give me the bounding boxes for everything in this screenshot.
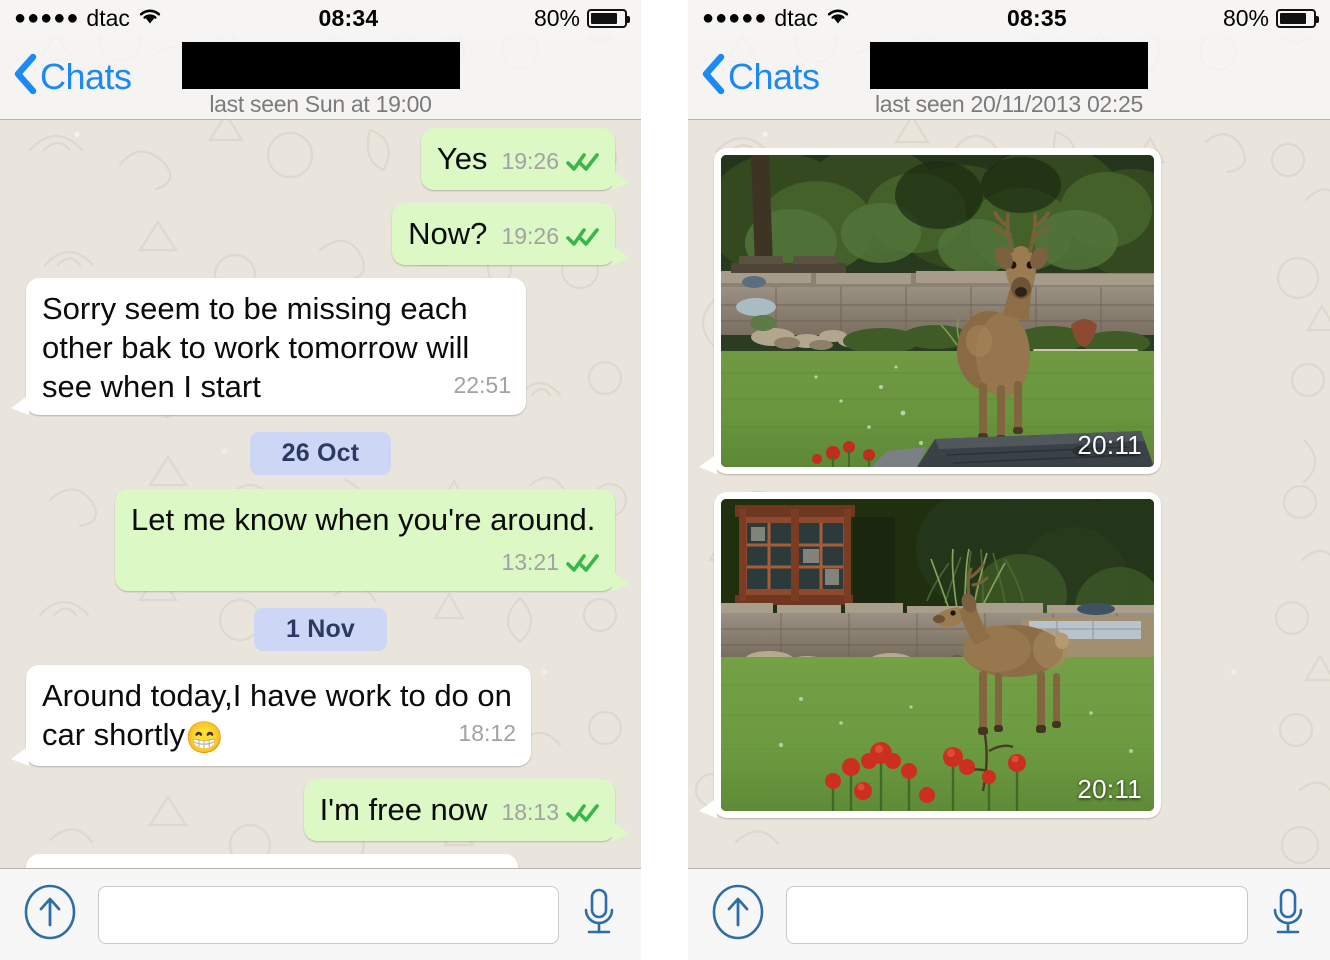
message-time: 13:21 <box>501 549 559 576</box>
chat-navbar: Chats last seen Sun at 19:00 <box>0 36 641 120</box>
message-text: Around today,I have work to do on car sh… <box>42 678 512 753</box>
message-row[interactable]: Ok second to sort out mouse on mac 18:14 <box>10 854 631 868</box>
message-row[interactable]: 20:11 <box>698 492 1320 818</box>
dual-screenshot-container: Yes do let me know Will be fre ●●●●● dta… <box>0 0 1330 960</box>
signal-dots-icon: ●●●●● <box>14 6 80 29</box>
phone-screen-left: Yes do let me know Will be fre ●●●●● dta… <box>0 0 641 960</box>
last-seen-label: last seen 20/11/2013 02:25 <box>875 91 1143 117</box>
message-text: Sorry seem to be missing each other bak … <box>42 291 470 405</box>
message-bubble-outgoing[interactable]: Let me know when you're around. 13:21 <box>115 489 630 592</box>
chevron-left-icon <box>700 52 726 101</box>
message-text: I'm free now <box>319 792 488 828</box>
back-button-label: Chats <box>728 55 820 97</box>
message-text: Yes <box>436 141 488 176</box>
message-bubble-outgoing[interactable]: Yes 19:26 <box>420 128 631 191</box>
message-bubble-incoming[interactable]: Around today,I have work to do on car sh… <box>11 665 531 767</box>
chat-navbar: Chats last seen 20/11/2013 02:25 <box>688 36 1330 120</box>
message-thread[interactable]: 20:11 20:11 <box>688 120 1330 868</box>
photo-deer-profile-with-shed[interactable]: 20:11 <box>721 499 1154 811</box>
double-check-icon <box>566 142 600 181</box>
photo-message-bubble[interactable]: 20:11 <box>699 492 1161 818</box>
photo-deer-facing-camera[interactable]: 20:11 <box>721 155 1154 467</box>
message-input-field[interactable] <box>786 885 1248 944</box>
back-button-label: Chats <box>40 55 132 97</box>
arrow-up-circle-icon[interactable] <box>710 884 766 945</box>
date-divider: 1 Nov <box>10 608 631 652</box>
message-meta: 22:51 <box>453 371 511 400</box>
wifi-icon <box>825 5 851 32</box>
status-bar: ●●●●● dtac 08:34 80% <box>0 0 641 36</box>
status-bar-right: 80% <box>1222 4 1319 32</box>
message-meta: 13:21 <box>501 543 600 582</box>
arrow-up-circle-icon[interactable] <box>22 884 78 945</box>
message-text: Let me know when you're around. <box>131 502 596 538</box>
photo-timestamp: 20:11 <box>1077 774 1142 804</box>
message-bubble-outgoing[interactable]: Now? 19:26 <box>392 203 630 266</box>
wifi-icon <box>137 5 163 32</box>
message-row[interactable]: 20:11 <box>698 148 1320 474</box>
status-bar-left: ●●●●● dtac <box>702 5 851 32</box>
message-meta: 18:13 <box>501 793 600 832</box>
message-time: 18:13 <box>501 799 559 826</box>
contact-name-redacted <box>181 42 460 89</box>
microphone-icon[interactable] <box>579 884 619 945</box>
message-input-bar <box>688 868 1330 960</box>
photo-message-bubble[interactable]: 20:11 <box>699 148 1161 474</box>
message-bubble-incoming[interactable]: Sorry seem to be missing each other bak … <box>11 278 526 416</box>
date-divider: 26 Oct <box>10 432 631 476</box>
message-bubble-incoming[interactable]: Ok second to sort out mouse on mac 18:14 <box>26 854 518 868</box>
message-time: 18:12 <box>458 720 516 747</box>
status-bar-right: 80% <box>533 4 630 32</box>
message-row[interactable]: Let me know when you're around. 13:21 <box>10 489 631 592</box>
phone-screen-right: the bus company Or what ●●●●● dtac 08:35… <box>688 0 1330 960</box>
contact-name-redacted <box>870 42 1148 89</box>
last-seen-label: last seen Sun at 19:00 <box>209 91 432 117</box>
message-row[interactable]: Yes 19:26 <box>10 128 631 191</box>
date-pill: 26 Oct <box>249 432 392 476</box>
message-meta: 19:26 <box>501 142 600 181</box>
message-text: Now? <box>408 216 488 252</box>
message-thread[interactable]: Yes 19:26 Now? 19:26 Sorry seem to be mi… <box>0 120 641 868</box>
double-check-icon <box>566 217 600 256</box>
carrier-label: dtac <box>86 4 130 31</box>
chevron-left-icon <box>12 52 38 101</box>
status-bar-clock: 08:35 <box>1007 4 1067 31</box>
status-bar-left: ●●●●● dtac <box>14 5 163 32</box>
signal-dots-icon: ●●●●● <box>702 6 768 29</box>
carrier-label: dtac <box>774 4 818 31</box>
double-check-icon <box>566 543 600 582</box>
back-to-chats-button[interactable]: Chats <box>0 36 132 101</box>
status-bar-clock: 08:34 <box>318 4 379 31</box>
message-row[interactable]: Now? 19:26 <box>10 203 631 266</box>
photo-timestamp: 20:11 <box>1077 430 1142 460</box>
message-time: 22:51 <box>453 372 511 399</box>
message-input-bar <box>0 868 641 960</box>
battery-percent-label: 80% <box>533 4 580 31</box>
message-meta: 18:12 <box>458 719 516 748</box>
message-row[interactable]: Sorry seem to be missing each other bak … <box>10 278 631 416</box>
battery-percent-label: 80% <box>1222 4 1269 31</box>
double-check-icon <box>566 793 600 832</box>
message-row[interactable]: I'm free now 18:13 <box>10 779 631 842</box>
message-time: 19:26 <box>501 148 559 174</box>
back-to-chats-button[interactable]: Chats <box>688 36 820 101</box>
panel-gutter <box>641 0 688 960</box>
message-meta: 19:26 <box>501 217 600 256</box>
message-input-field[interactable] <box>98 885 559 944</box>
battery-icon <box>1276 8 1319 28</box>
message-bubble-outgoing[interactable]: I'm free now 18:13 <box>303 779 631 842</box>
message-row[interactable]: Around today,I have work to do on car sh… <box>10 665 631 767</box>
message-time: 19:26 <box>501 223 559 250</box>
date-pill: 1 Nov <box>253 608 388 652</box>
grinning-face-emoji: 😁 <box>184 720 224 756</box>
battery-icon <box>587 8 630 28</box>
status-bar: ●●●●● dtac 08:35 80% <box>688 0 1330 36</box>
microphone-icon[interactable] <box>1268 884 1308 945</box>
